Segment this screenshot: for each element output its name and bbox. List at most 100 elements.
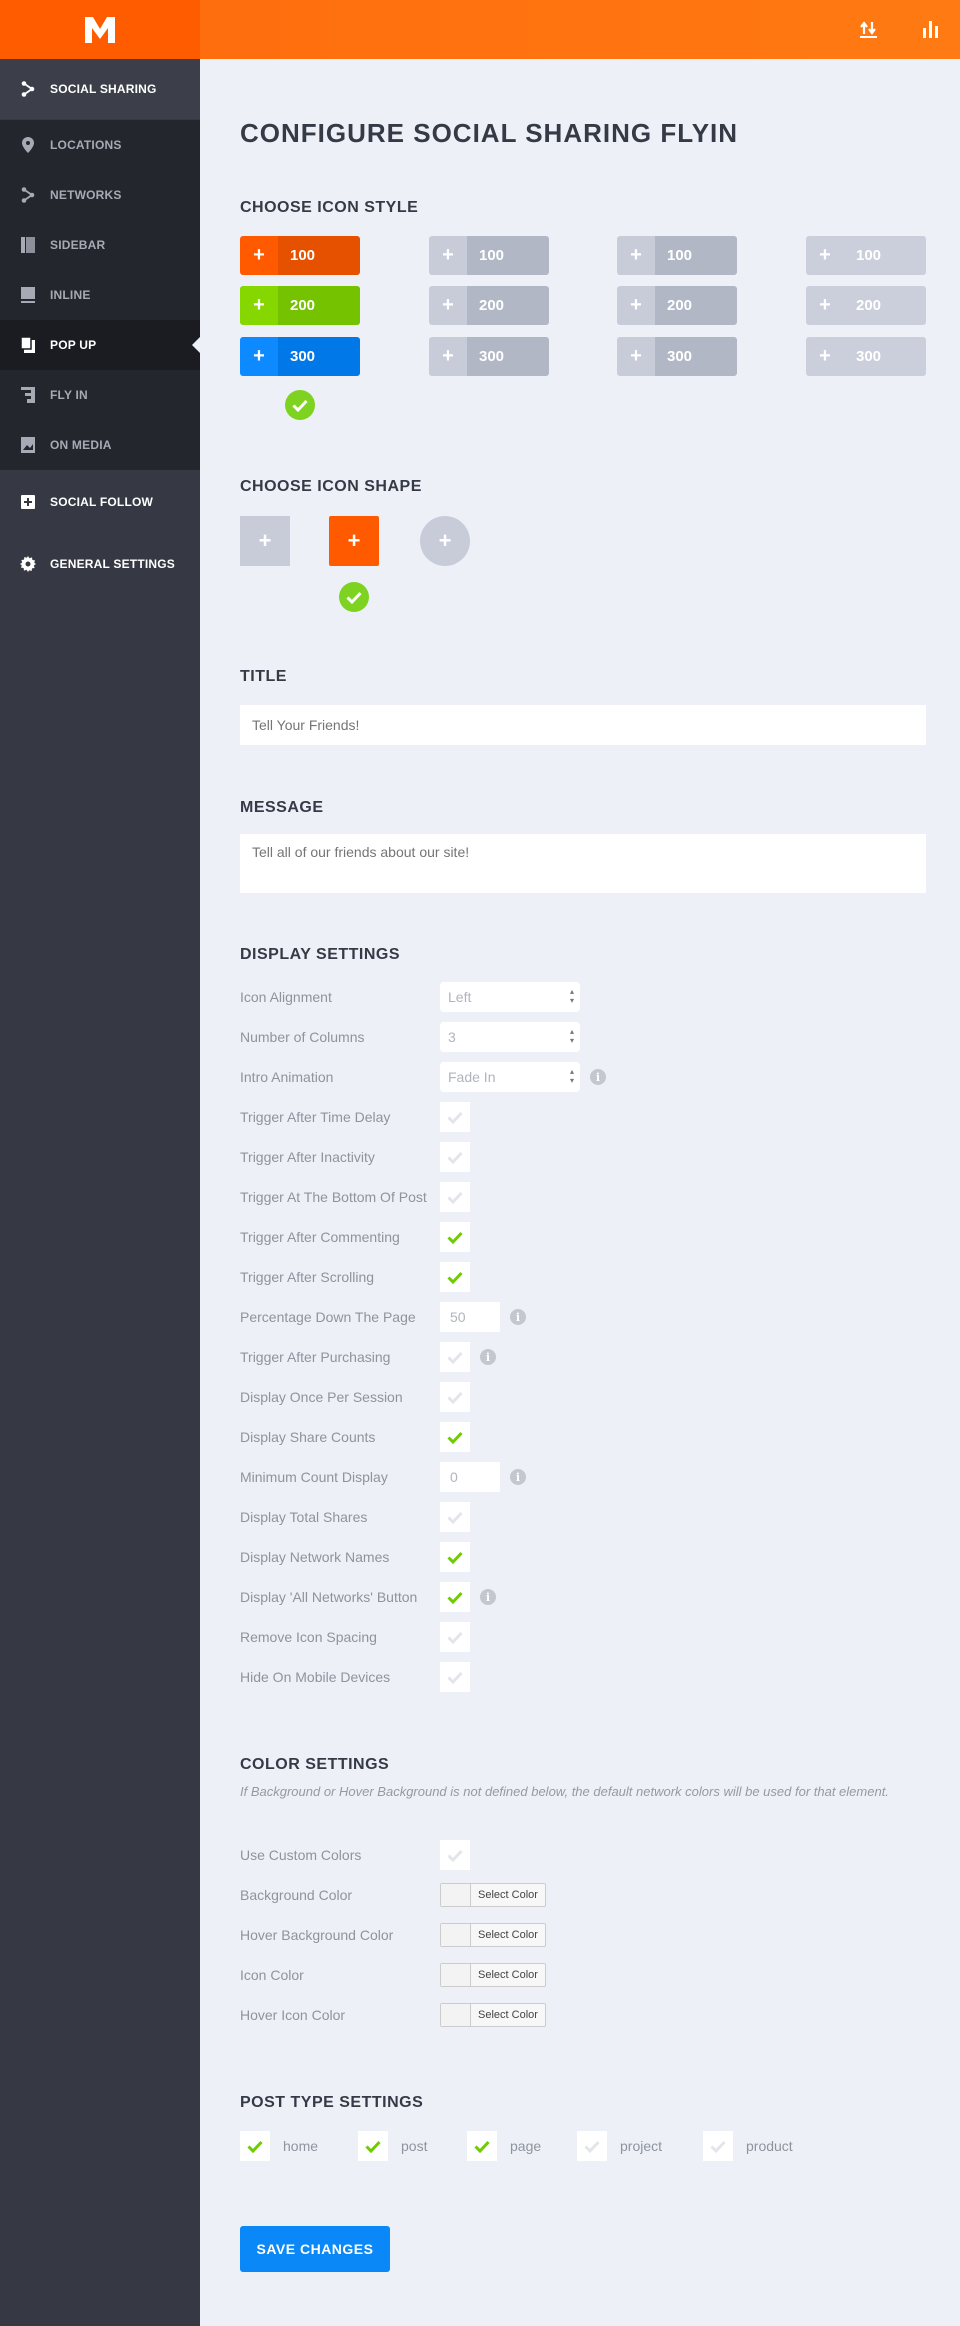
color-picker-button[interactable]: Select Color: [440, 2003, 546, 2027]
checkbox[interactable]: [440, 1582, 470, 1612]
color-picker-button[interactable]: Select Color: [440, 1923, 546, 1947]
setting-row: Remove Icon Spacing: [240, 1622, 930, 1652]
sidebar-item-locations-label: LOCATIONS: [50, 138, 122, 152]
checkbox[interactable]: [440, 1182, 470, 1212]
setting-row: Intro Animation Fade In i: [240, 1062, 930, 1092]
logo-m-icon: [85, 16, 115, 43]
post-type-option[interactable]: home: [240, 2131, 318, 2161]
number-input[interactable]: 0: [440, 1462, 500, 1492]
sidebar-item-fly-in[interactable]: FLY IN: [0, 370, 200, 420]
checkbox[interactable]: [440, 1382, 470, 1412]
sidebar-item-general-settings-label: GENERAL SETTINGS: [50, 557, 175, 571]
checkbox[interactable]: [440, 1840, 470, 1870]
setting-row: Icon Color Select Color: [240, 1960, 930, 1990]
setting-row: Display Network Names: [240, 1542, 930, 1572]
checkbox[interactable]: [440, 1502, 470, 1532]
sidebar-item-social-follow-label: SOCIAL FOLLOW: [50, 495, 154, 509]
checkbox[interactable]: [440, 1102, 470, 1132]
setting-row: Display Once Per Session: [240, 1382, 930, 1412]
select-dropdown[interactable]: 3: [440, 1022, 580, 1052]
select-dropdown[interactable]: Fade In: [440, 1062, 580, 1092]
sidebar-item-social-follow[interactable]: SOCIAL FOLLOW: [0, 472, 200, 532]
color-settings-note: If Background or Hover Background is not…: [240, 1784, 889, 1799]
share-icon: [20, 81, 36, 97]
setting-row: Trigger After Inactivity: [240, 1142, 930, 1172]
setting-row: Trigger After Purchasing i: [240, 1342, 930, 1372]
info-icon[interactable]: i: [480, 1349, 496, 1365]
select-color-label: Select Color: [478, 1929, 538, 1941]
setting-label: Trigger After Inactivity: [240, 1149, 375, 1165]
checkbox[interactable]: [440, 1662, 470, 1692]
icon-style-button[interactable]: +100: [429, 236, 549, 275]
post-type-option[interactable]: page: [467, 2131, 541, 2161]
sidebar-item-inline[interactable]: INLINE: [0, 270, 200, 320]
icon-style-button[interactable]: +100: [240, 236, 360, 275]
sidebar-item-social-sharing[interactable]: SOCIAL SHARING: [0, 59, 200, 119]
image-icon: [20, 437, 36, 453]
stats-icon[interactable]: [920, 18, 942, 40]
logo[interactable]: [0, 0, 200, 59]
top-bar: [0, 0, 960, 59]
checkbox[interactable]: [703, 2131, 733, 2161]
save-changes-button[interactable]: SAVE CHANGES: [240, 2226, 390, 2272]
checkbox[interactable]: [440, 1262, 470, 1292]
select-dropdown[interactable]: Left: [440, 982, 580, 1012]
icon-style-button[interactable]: +300: [429, 337, 549, 376]
info-icon[interactable]: i: [590, 1069, 606, 1085]
icon-style-button[interactable]: +200: [240, 286, 360, 325]
plus-icon: +: [617, 337, 655, 376]
icon-style-button[interactable]: +300: [806, 337, 926, 376]
color-picker-button[interactable]: Select Color: [440, 1883, 546, 1907]
post-type-option[interactable]: product: [703, 2131, 793, 2161]
icon-style-button[interactable]: +100: [806, 236, 926, 275]
message-textarea[interactable]: [240, 834, 926, 893]
post-type-option[interactable]: post: [358, 2131, 427, 2161]
sidebar-item-sidebar[interactable]: SIDEBAR: [0, 220, 200, 270]
setting-row: Display Share Counts: [240, 1422, 930, 1452]
checkbox[interactable]: [358, 2131, 388, 2161]
icon-style-button[interactable]: +300: [240, 337, 360, 376]
title-input[interactable]: [240, 705, 926, 745]
setting-label: Percentage Down The Page: [240, 1309, 416, 1325]
info-icon[interactable]: i: [510, 1469, 526, 1485]
icon-shape-square[interactable]: +: [240, 516, 290, 566]
checkbox[interactable]: [440, 1222, 470, 1252]
sidebar-item-on-media[interactable]: ON MEDIA: [0, 420, 200, 470]
icon-style-button[interactable]: +100: [617, 236, 737, 275]
setting-label: Trigger After Purchasing: [240, 1349, 391, 1365]
checkbox[interactable]: [440, 1542, 470, 1572]
checkbox[interactable]: [240, 2131, 270, 2161]
info-icon[interactable]: i: [480, 1589, 496, 1605]
icon-style-button[interactable]: +200: [806, 286, 926, 325]
sidebar-item-networks[interactable]: NETWORKS: [0, 170, 200, 220]
icon-style-button[interactable]: +200: [617, 286, 737, 325]
icon-style-button[interactable]: +200: [429, 286, 549, 325]
icon-style-button[interactable]: +300: [617, 337, 737, 376]
icon-shape-rounded[interactable]: +: [329, 516, 379, 566]
setting-label: Icon Color: [240, 1967, 304, 1983]
post-type-option[interactable]: project: [577, 2131, 662, 2161]
sidebar-item-locations[interactable]: LOCATIONS: [0, 120, 200, 170]
info-icon[interactable]: i: [510, 1309, 526, 1325]
sidebar-icon: [20, 237, 36, 253]
setting-row: Display 'All Networks' Button i: [240, 1582, 930, 1612]
display-settings-heading: DISPLAY SETTINGS: [240, 946, 401, 963]
color-swatch: [441, 2004, 471, 2026]
setting-row: Use Custom Colors: [240, 1840, 930, 1870]
number-input[interactable]: 50: [440, 1302, 500, 1332]
sidebar-item-pop-up[interactable]: POP UP: [0, 320, 200, 370]
checkbox[interactable]: [440, 1422, 470, 1452]
color-swatch: [441, 1884, 471, 1906]
checkbox[interactable]: [577, 2131, 607, 2161]
import-export-icon[interactable]: [858, 18, 880, 40]
icon-shape-circle[interactable]: +: [420, 516, 470, 566]
icon-style-count: 200: [467, 286, 549, 325]
sidebar-item-on-media-label: ON MEDIA: [50, 438, 112, 452]
checkbox[interactable]: [440, 1622, 470, 1652]
checkbox[interactable]: [440, 1342, 470, 1372]
plus-icon: +: [240, 236, 278, 275]
sidebar-item-general-settings[interactable]: GENERAL SETTINGS: [0, 534, 200, 594]
checkbox[interactable]: [467, 2131, 497, 2161]
checkbox[interactable]: [440, 1142, 470, 1172]
color-picker-button[interactable]: Select Color: [440, 1963, 546, 1987]
